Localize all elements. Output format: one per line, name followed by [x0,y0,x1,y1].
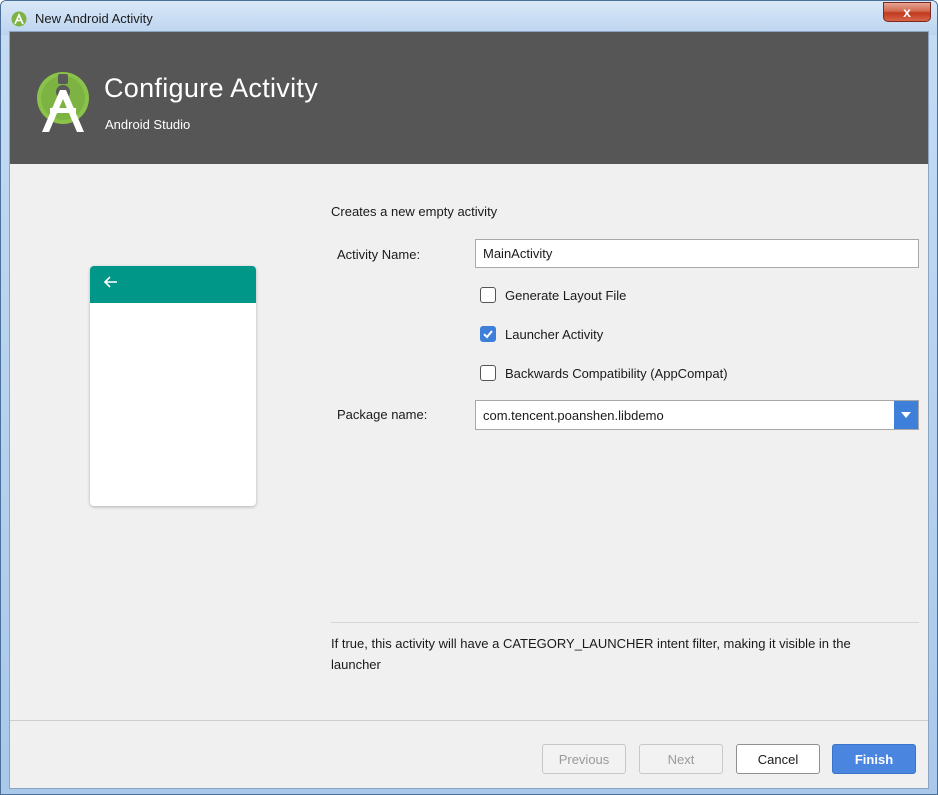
dropdown-arrow-button[interactable] [894,401,918,429]
previous-button[interactable]: Previous [542,744,626,774]
close-button[interactable]: x [883,2,931,22]
dialog-window: New Android Activity x Configure Activit… [0,0,938,795]
generate-layout-checkbox[interactable] [480,287,496,303]
backwards-compat-checkbox-row[interactable]: Backwards Compatibility (AppCompat) [480,365,728,381]
checkmark-icon [483,330,493,339]
preview-toolbar [90,266,256,303]
dialog-content: Configure Activity Android Studio Create… [9,31,929,789]
page-title: Configure Activity [104,73,318,103]
wizard-header: Configure Activity Android Studio [10,32,928,164]
package-name-label: Package name: [337,407,428,422]
activity-name-label: Activity Name: [337,247,421,262]
window-title: New Android Activity [35,11,153,26]
template-description: Creates a new empty activity [331,204,498,219]
chevron-down-icon [901,412,911,418]
android-studio-logo-icon [37,72,89,132]
page-subtitle: Android Studio [105,117,191,132]
finish-button[interactable]: Finish [832,744,916,774]
android-studio-small-icon [11,11,27,27]
launcher-activity-checkbox[interactable] [480,326,496,342]
package-name-dropdown[interactable]: com.tencent.poanshen.libdemo [475,400,919,430]
title-bar[interactable]: New Android Activity x [1,1,937,35]
arrow-back-icon [103,276,117,288]
cancel-button[interactable]: Cancel [736,744,820,774]
close-icon: x [903,4,911,20]
launcher-activity-checkbox-row[interactable]: Launcher Activity [480,326,603,342]
hint-divider [331,622,919,623]
footer-divider [10,720,928,721]
launcher-activity-label: Launcher Activity [505,326,604,342]
activity-preview [90,266,256,506]
next-button[interactable]: Next [639,744,723,774]
backwards-compat-checkbox[interactable] [480,365,496,381]
generate-layout-checkbox-row[interactable]: Generate Layout File [480,287,626,303]
help-text: If true, this activity will have a CATEG… [331,636,851,672]
activity-name-value: MainActivity [483,246,553,261]
package-name-value: com.tencent.poanshen.libdemo [483,407,664,423]
activity-name-input[interactable]: MainActivity [475,239,919,268]
generate-layout-label: Generate Layout File [505,287,627,303]
backwards-compat-label: Backwards Compatibility (AppCompat) [505,365,728,381]
